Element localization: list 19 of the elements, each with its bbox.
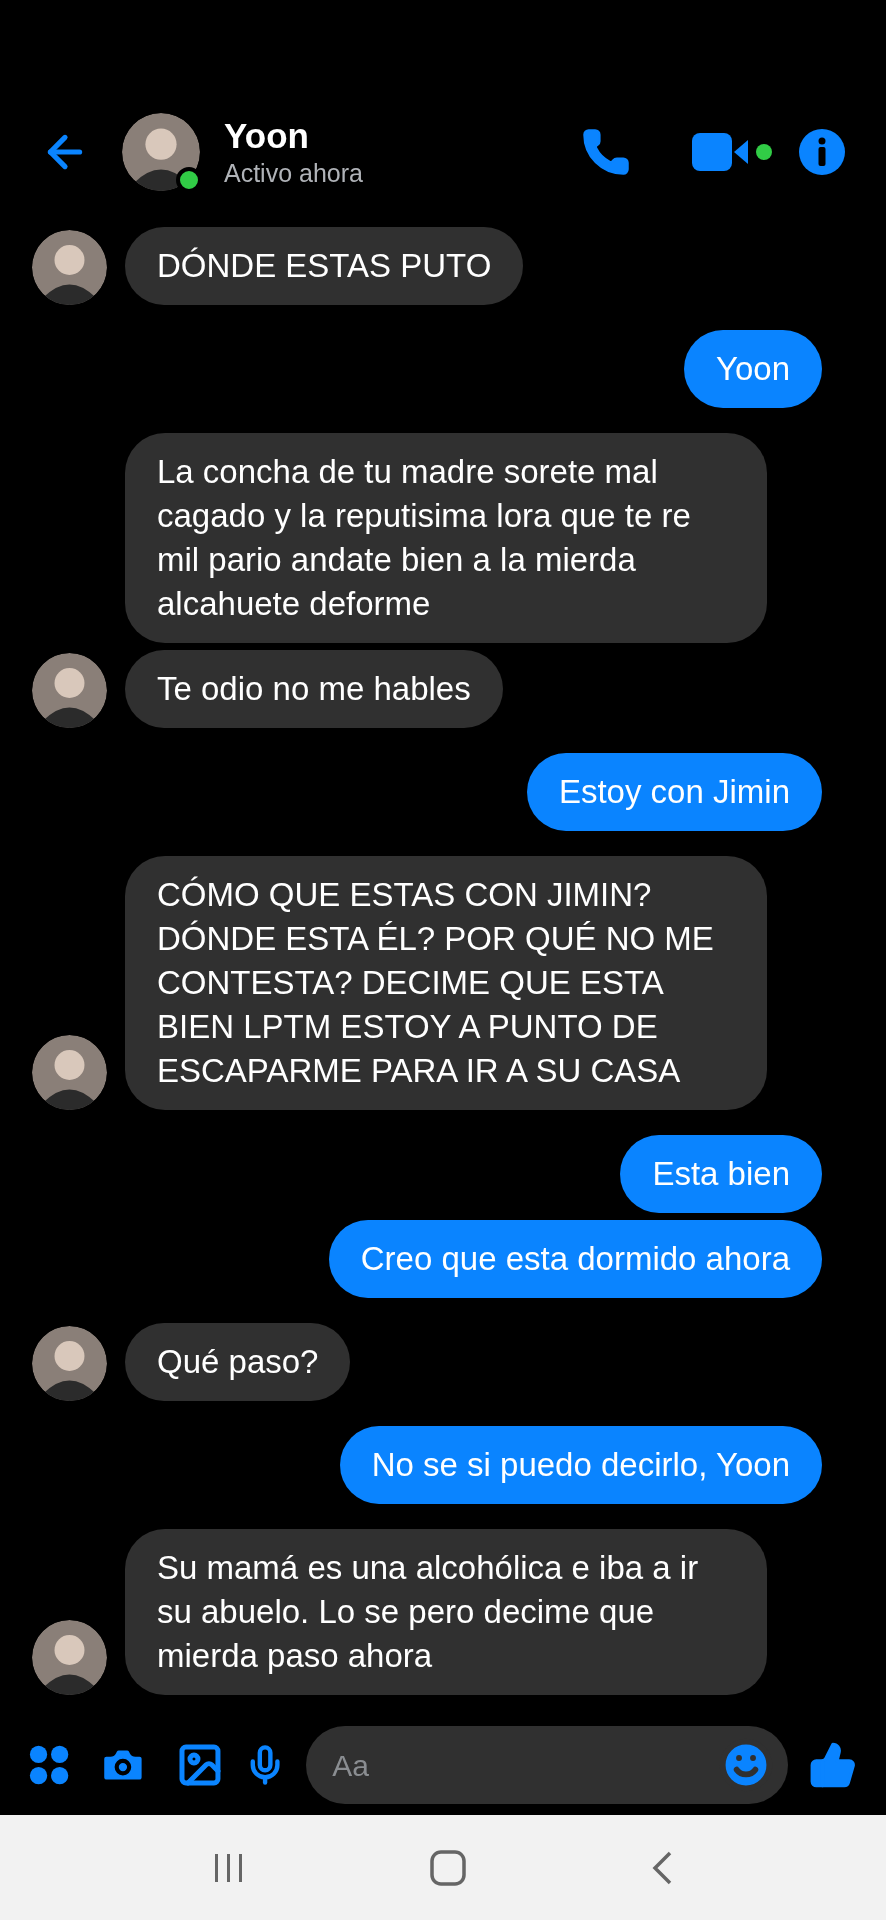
contact-status: Activo ahora bbox=[224, 158, 363, 189]
message-bubble: Esta bien bbox=[620, 1135, 822, 1213]
message-bubble: Yoon bbox=[683, 330, 822, 408]
message-bubble: Creo que esta dormido ahora bbox=[328, 1220, 822, 1298]
message-bubble: Su mamá es una alcohólica e iba a ir su abuelo. Lo se pero decime que mierda paso ahora bbox=[125, 1529, 767, 1695]
contact-name: Yoon bbox=[224, 115, 310, 157]
message-field[interactable]: Aa bbox=[306, 1726, 789, 1804]
message-bubble: Te odio no me hables bbox=[125, 650, 503, 728]
message-input[interactable]: Aa bbox=[332, 1742, 719, 1788]
info-icon[interactable] bbox=[798, 128, 846, 176]
menu-dots-icon[interactable] bbox=[28, 1743, 71, 1787]
message-bubble: La concha de tu madre sorete mal cagado y la reputisima lora que te re mil pario andate bien a la mierda alcahuete deforme bbox=[125, 433, 767, 643]
home-icon[interactable] bbox=[429, 1848, 467, 1887]
message-bubble: Qué paso? bbox=[125, 1323, 351, 1401]
phone-icon[interactable] bbox=[580, 126, 632, 178]
message-bubble: Estoy con Jimin bbox=[526, 753, 822, 831]
message-bubble: No se si puedo decirlo, Yoon bbox=[339, 1426, 822, 1504]
message-bubble: DÓNDE ESTAS PUTO bbox=[125, 227, 524, 305]
message-bubble: CÓMO QUE ESTAS CON JIMIN? DÓNDE ESTA ÉL? POR QUÉ NO ME CONTESTA? DECIME QUE ESTA BIEN LPTM ESTOY A PUNTO DE ESCAPARME PARA IR A SU CASA bbox=[125, 856, 767, 1110]
